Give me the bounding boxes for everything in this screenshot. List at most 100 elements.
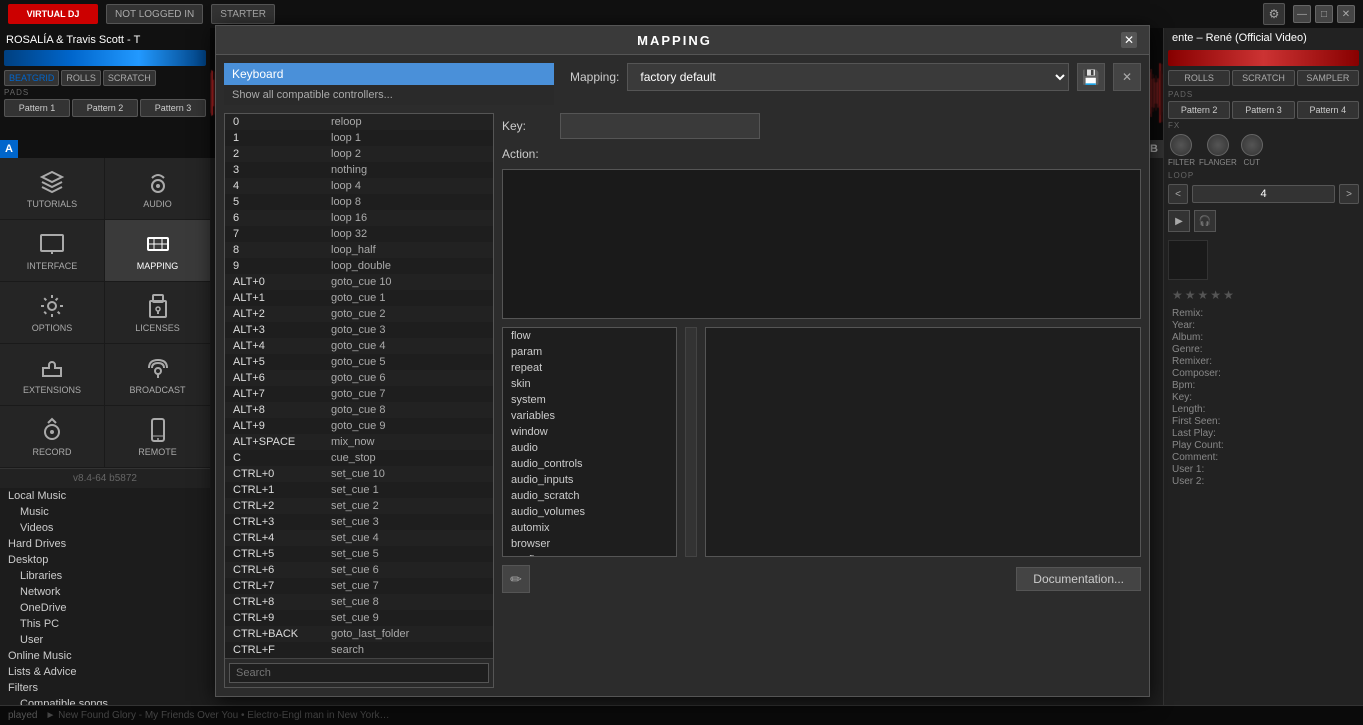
action-list-item[interactable]: automix [503, 520, 676, 536]
sidebar-item-record[interactable]: RECORD [0, 406, 105, 468]
action-list-item[interactable]: audio_scratch [503, 488, 676, 504]
key-list-item[interactable]: CTRL+6set_cue 6 [225, 562, 493, 578]
sidebar-item-broadcast[interactable]: BROADCAST [105, 344, 210, 406]
action-list-item[interactable]: param [503, 344, 676, 360]
rolls-button-left[interactable]: ROLLS [61, 70, 101, 86]
key-list-item[interactable]: ALT+7goto_cue 7 [225, 386, 493, 402]
action-list-item[interactable]: system [503, 392, 676, 408]
action-list-item[interactable]: audio_controls [503, 456, 676, 472]
loop-next-right[interactable]: > [1339, 184, 1359, 204]
mapping-dropdown[interactable]: factory defaultcustom [627, 63, 1069, 91]
star-5[interactable]: ★ [1223, 288, 1234, 302]
sidebar-item-mapping[interactable]: MAPPING [105, 220, 210, 282]
gear-icon[interactable]: ⚙ [1263, 3, 1285, 25]
key-list-item[interactable]: ALT+3goto_cue 3 [225, 322, 493, 338]
sidebar-item-options[interactable]: OPTIONS [0, 282, 105, 344]
browser-item[interactable]: Videos [0, 520, 210, 536]
action-list[interactable]: flowparamrepeatskinsystemvariableswindow… [502, 327, 677, 557]
show-controllers-item[interactable]: Show all compatible controllers... [224, 85, 554, 105]
key-list-item[interactable]: CTRL+3set_cue 3 [225, 514, 493, 530]
action-list-item[interactable]: audio_inputs [503, 472, 676, 488]
file-browser[interactable]: Local MusicMusicVideosHard DrivesDesktop… [0, 488, 210, 725]
key-list-item[interactable]: ALT+1goto_cue 1 [225, 290, 493, 306]
key-list-item[interactable]: 9loop_double [225, 258, 493, 274]
key-list[interactable]: 0reloop1loop 12loop 23nothing4loop 45loo… [225, 114, 493, 658]
key-list-item[interactable]: 8loop_half [225, 242, 493, 258]
scratch-button-left[interactable]: SCRATCH [103, 70, 156, 86]
sidebar-item-remote[interactable]: REMOTE [105, 406, 210, 468]
flanger-knob-dial-right[interactable] [1207, 134, 1229, 156]
pattern-2-left[interactable]: Pattern 2 [72, 99, 138, 117]
key-list-item[interactable]: CTRL+9set_cue 9 [225, 610, 493, 626]
key-list-item[interactable]: CTRL+2set_cue 2 [225, 498, 493, 514]
key-list-item[interactable]: CTRL+8set_cue 8 [225, 594, 493, 610]
save-mapping-button[interactable]: 💾 [1077, 63, 1105, 91]
pattern-2-right[interactable]: Pattern 2 [1168, 101, 1230, 119]
headphone-icon-right[interactable]: 🎧 [1194, 210, 1216, 232]
browser-item[interactable]: User [0, 632, 210, 648]
key-list-item[interactable]: ALT+9goto_cue 9 [225, 418, 493, 434]
dialog-close-button[interactable]: ✕ [1121, 32, 1137, 48]
loop-prev-right[interactable]: < [1168, 184, 1188, 204]
delete-mapping-button[interactable]: ✕ [1113, 63, 1141, 91]
beatgrid-button[interactable]: BEATGRID [4, 70, 59, 86]
key-input[interactable] [560, 113, 760, 139]
action-list-item[interactable]: window [503, 424, 676, 440]
key-list-item[interactable]: CTRL+4set_cue 4 [225, 530, 493, 546]
key-list-item[interactable]: 1loop 1 [225, 130, 493, 146]
browser-item[interactable]: Local Music [0, 488, 210, 504]
browser-item[interactable]: Music [0, 504, 210, 520]
key-list-item[interactable]: ALT+6goto_cue 6 [225, 370, 493, 386]
action-list-item[interactable]: repeat [503, 360, 676, 376]
key-list-item[interactable]: CTRL+Fsearch [225, 642, 493, 658]
minimize-button[interactable]: — [1293, 5, 1311, 23]
scratch-button-right[interactable]: SCRATCH [1232, 70, 1294, 86]
starter-button[interactable]: STARTER [211, 4, 275, 24]
play-button-right[interactable]: ▶ [1168, 210, 1190, 232]
star-4[interactable]: ★ [1210, 288, 1221, 302]
star-3[interactable]: ★ [1198, 288, 1209, 302]
pattern-3-left[interactable]: Pattern 3 [140, 99, 206, 117]
browser-item[interactable]: Lists & Advice [0, 664, 210, 680]
pattern-3-right[interactable]: Pattern 3 [1232, 101, 1294, 119]
pattern-4-right[interactable]: Pattern 4 [1297, 101, 1359, 119]
action-detail[interactable] [705, 327, 1141, 557]
star-2[interactable]: ★ [1185, 288, 1196, 302]
action-list-item[interactable]: flow [503, 328, 676, 344]
not-logged-in-button[interactable]: NOT LOGGED IN [106, 4, 203, 24]
action-list-item[interactable]: skin [503, 376, 676, 392]
edit-icon-button[interactable]: ✏ [502, 565, 530, 593]
key-list-item[interactable]: ALT+SPACEmix_now [225, 434, 493, 450]
key-list-item[interactable]: ALT+8goto_cue 8 [225, 402, 493, 418]
browser-item[interactable]: Online Music [0, 648, 210, 664]
key-list-item[interactable]: 6loop 16 [225, 210, 493, 226]
key-list-item[interactable]: 7loop 32 [225, 226, 493, 242]
sidebar-item-tutorials[interactable]: TUTORIALS [0, 158, 105, 220]
key-list-item[interactable]: CTRL+BACKgoto_last_folder [225, 626, 493, 642]
action-list-item[interactable]: browser [503, 536, 676, 552]
key-list-item[interactable]: Ccue_stop [225, 450, 493, 466]
rolls-button-right[interactable]: ROLLS [1168, 70, 1230, 86]
cut-knob-dial-right[interactable] [1241, 134, 1263, 156]
key-list-item[interactable]: CTRL+5set_cue 5 [225, 546, 493, 562]
key-list-item[interactable]: CTRL+7set_cue 7 [225, 578, 493, 594]
documentation-button[interactable]: Documentation... [1016, 567, 1141, 591]
key-list-item[interactable]: ALT+4goto_cue 4 [225, 338, 493, 354]
key-list-item[interactable]: CTRL+1set_cue 1 [225, 482, 493, 498]
key-list-item[interactable]: CTRL+0set_cue 10 [225, 466, 493, 482]
sidebar-item-extensions[interactable]: EXTENSIONS [0, 344, 105, 406]
browser-item[interactable]: Hard Drives [0, 536, 210, 552]
sampler-button-right[interactable]: SAMPLER [1297, 70, 1359, 86]
sidebar-item-interface[interactable]: INTERFACE [0, 220, 105, 282]
key-search-input[interactable] [229, 663, 489, 683]
key-list-item[interactable]: 0reloop [225, 114, 493, 130]
key-list-item[interactable]: ALT+2goto_cue 2 [225, 306, 493, 322]
browser-item[interactable]: OneDrive [0, 600, 210, 616]
pattern-1-left[interactable]: Pattern 1 [4, 99, 70, 117]
action-list-item[interactable]: audio [503, 440, 676, 456]
key-list-item[interactable]: 4loop 4 [225, 178, 493, 194]
key-list-item[interactable]: 5loop 8 [225, 194, 493, 210]
key-list-item[interactable]: 3nothing [225, 162, 493, 178]
key-list-item[interactable]: ALT+5goto_cue 5 [225, 354, 493, 370]
action-list-item[interactable]: config [503, 552, 676, 557]
